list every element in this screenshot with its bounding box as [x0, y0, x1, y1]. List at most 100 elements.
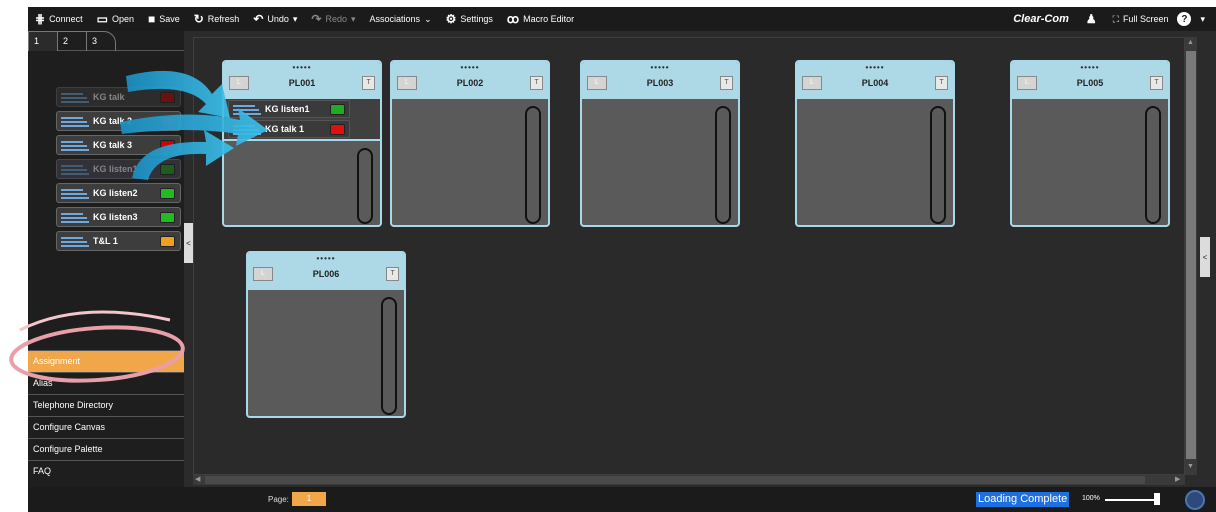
settings-button[interactable]: ⚙ Settings — [439, 7, 500, 31]
gear-icon: ⚙ — [445, 12, 457, 26]
connect-button[interactable]: ⋕ Connect — [28, 7, 90, 31]
drag-handle[interactable]: ••••• — [797, 63, 953, 72]
status-led — [330, 104, 345, 115]
palette-item[interactable]: KG talk 3 — [56, 135, 181, 155]
palette-item[interactable]: KG listen3 — [56, 207, 181, 227]
canvas-horizontal-scrollbar[interactable]: ◀ ▶ — [193, 475, 1185, 485]
menu-item-assignment[interactable]: Assignment — [28, 350, 184, 372]
fullscreen-button[interactable]: ⛶ Full Screen — [1106, 7, 1176, 31]
card-title: PL004 — [861, 78, 889, 88]
keypanel-icon — [233, 103, 261, 115]
zoom-slider-handle[interactable] — [1154, 493, 1160, 505]
status-led — [160, 188, 175, 199]
scroll-right-icon[interactable]: ▶ — [1175, 475, 1180, 483]
talk-button[interactable]: T — [1150, 76, 1163, 90]
channel-card-pl002[interactable]: ••••• L PL002 T — [390, 60, 550, 227]
tab-2[interactable]: 2 — [57, 31, 87, 51]
clear-com-emblem-icon — [1185, 490, 1205, 510]
palette-item[interactable]: KG listen2 — [56, 183, 181, 203]
canvas[interactable]: ••••• L PL001 T KG listen1 KG talk 1 •••… — [193, 37, 1185, 475]
menu-item-configure-canvas[interactable]: Configure Canvas — [28, 416, 184, 438]
redo-dropdown-icon[interactable]: ▾ — [351, 14, 356, 25]
canvas-vertical-scrollbar[interactable]: ▲ ▼ — [1185, 37, 1197, 475]
drag-handle[interactable]: ••••• — [582, 63, 738, 72]
redo-icon: ↷ — [311, 12, 322, 26]
associations-button[interactable]: Associations ⌄ — [363, 7, 439, 31]
save-button[interactable]: ■ Save — [141, 7, 187, 31]
status-text: Loading Complete — [976, 492, 1070, 507]
menu-item-telephone-directory[interactable]: Telephone Directory — [28, 394, 184, 416]
assigned-key[interactable]: KG listen1 — [228, 100, 350, 118]
scroll-left-icon[interactable]: ◀ — [195, 475, 200, 483]
zoom-level: 100% — [1082, 495, 1100, 502]
palette-item[interactable]: KG listen1 — [56, 159, 181, 179]
user-button[interactable]: ♟ — [1079, 7, 1104, 31]
talk-button[interactable]: T — [935, 76, 948, 90]
page-label: Page: — [268, 495, 289, 504]
scroll-thumb[interactable] — [205, 476, 1145, 484]
card-scrollbar[interactable] — [1145, 106, 1161, 224]
talk-button[interactable]: T — [362, 76, 375, 90]
card-header: ••••• L PL005 T — [1012, 62, 1168, 99]
talk-button[interactable]: T — [530, 76, 543, 90]
status-led — [160, 140, 175, 151]
card-scrollbar[interactable] — [715, 106, 731, 224]
key-palette: KG talk KG talk 2 KG talk 3 KG listen1 K — [56, 87, 181, 255]
app-window: ⋕ Connect ▭ Open ■ Save ↻ Refresh ↶ Undo… — [28, 7, 1216, 512]
card-scrollbar[interactable] — [930, 106, 946, 224]
scroll-up-icon[interactable]: ▲ — [1187, 39, 1194, 46]
assigned-key[interactable]: KG talk 1 — [228, 120, 350, 138]
zoom-slider[interactable] — [1105, 499, 1157, 501]
menu-item-alias[interactable]: Alias — [28, 372, 184, 394]
assigned-keys: KG listen1 KG talk 1 — [224, 99, 380, 141]
card-scrollbar[interactable] — [381, 297, 397, 415]
palette-item[interactable]: T&L 1 — [56, 231, 181, 251]
palette-item[interactable]: KG talk — [56, 87, 181, 107]
help-dropdown-icon[interactable]: ▾ — [1193, 7, 1212, 31]
redo-button[interactable]: ↷ Redo ▾ — [304, 7, 362, 31]
keypanel-icon — [233, 123, 261, 135]
palette-tabs: 1 2 3 — [28, 31, 184, 51]
drag-handle[interactable]: ••••• — [224, 63, 380, 72]
card-header: ••••• L PL002 T — [392, 62, 548, 99]
channel-card-pl001[interactable]: ••••• L PL001 T KG listen1 KG talk 1 — [222, 60, 382, 227]
page-selector[interactable]: 1 — [292, 492, 326, 506]
card-title: PL001 — [288, 78, 316, 88]
channel-card-pl003[interactable]: ••••• L PL003 T — [580, 60, 740, 227]
card-scrollbar[interactable] — [357, 148, 373, 224]
channel-card-pl004[interactable]: ••••• L PL004 T — [795, 60, 955, 227]
scroll-down-icon[interactable]: ▼ — [1187, 463, 1194, 470]
save-icon: ■ — [147, 12, 156, 26]
menu-item-faq[interactable]: FAQ — [28, 460, 184, 482]
collapse-right-panel-button[interactable]: < — [1200, 237, 1210, 277]
status-led — [160, 92, 175, 103]
status-led — [330, 124, 345, 135]
drag-handle[interactable]: ••••• — [392, 63, 548, 72]
drag-handle[interactable]: ••••• — [1012, 63, 1168, 72]
open-button[interactable]: ▭ Open — [90, 7, 141, 31]
scroll-thumb[interactable] — [1186, 51, 1196, 459]
talk-button[interactable]: T — [720, 76, 733, 90]
talk-button[interactable]: T — [386, 267, 399, 281]
toolbar: ⋕ Connect ▭ Open ■ Save ↻ Refresh ↶ Undo… — [28, 7, 1216, 31]
status-led — [160, 212, 175, 223]
channel-card-pl006[interactable]: ••••• L PL006 T — [246, 251, 406, 418]
user-icon: ♟ — [1085, 12, 1097, 26]
refresh-icon: ↻ — [193, 12, 204, 26]
macro-editor-button[interactable]: ꝏ Macro Editor — [500, 7, 581, 31]
undo-button[interactable]: ↶ Undo ▾ — [246, 7, 304, 31]
drag-handle[interactable]: ••••• — [248, 254, 404, 263]
palette-item[interactable]: KG talk 2 — [56, 111, 181, 131]
card-scrollbar[interactable] — [525, 106, 541, 224]
undo-dropdown-icon[interactable]: ▾ — [293, 14, 298, 25]
card-header: ••••• L PL001 T — [224, 62, 380, 99]
tab-1[interactable]: 1 — [28, 31, 58, 51]
channel-card-pl005[interactable]: ••••• L PL005 T — [1010, 60, 1170, 227]
undo-icon: ↶ — [253, 12, 264, 26]
collapse-left-panel-button[interactable]: < — [184, 223, 193, 263]
tab-3[interactable]: 3 — [86, 31, 116, 51]
card-header: ••••• L PL003 T — [582, 62, 738, 99]
menu-item-configure-palette[interactable]: Configure Palette — [28, 438, 184, 460]
help-icon[interactable]: ? — [1177, 12, 1192, 26]
refresh-button[interactable]: ↻ Refresh — [187, 7, 247, 31]
